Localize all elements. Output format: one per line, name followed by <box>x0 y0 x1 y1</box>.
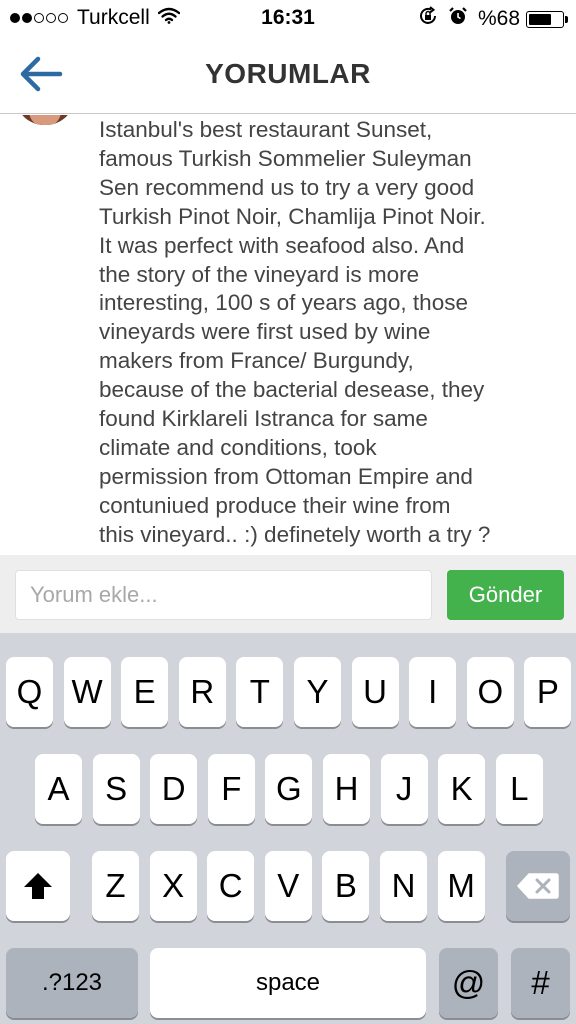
comment-line: makers from France/ Burgundy, <box>99 348 414 374</box>
comment-text: Istanbul's best restaurant Sunset, famous… <box>99 116 569 550</box>
at-key[interactable]: @ <box>439 948 498 1018</box>
numbers-key[interactable]: .?123 <box>6 948 138 1018</box>
comment-line: this vineyard.. :) definetely worth a tr… <box>99 521 491 547</box>
send-button[interactable]: Gönder <box>447 570 564 620</box>
comment-line: Sen recommend us to try a very good <box>99 174 475 200</box>
shift-arrow-icon <box>24 873 52 899</box>
key-i[interactable]: I <box>409 657 457 727</box>
keyboard: QWERTYUIOP ASDFGHJKL ZXCVBNM .?123 space… <box>0 633 576 1024</box>
comment-line: It was perfect with seafood also. And <box>99 232 465 258</box>
comment-line: famous Turkish Sommelier Suleyman <box>99 145 472 171</box>
key-k[interactable]: K <box>438 754 486 824</box>
key-g[interactable]: G <box>265 754 313 824</box>
avatar[interactable] <box>18 115 72 125</box>
key-y[interactable]: Y <box>294 657 341 727</box>
status-right: %68 <box>418 6 568 32</box>
key-h[interactable]: H <box>323 754 370 824</box>
comment-input[interactable] <box>15 570 432 620</box>
key-u[interactable]: U <box>351 657 399 727</box>
key-j[interactable]: J <box>380 754 428 824</box>
comment-line: climate and conditions, took <box>99 434 377 460</box>
comment-line: because of the bacterial desease, they <box>99 377 485 403</box>
backspace-key[interactable] <box>506 851 570 921</box>
battery-fill <box>529 13 551 25</box>
key-e[interactable]: E <box>121 657 169 727</box>
battery-percent: %68 <box>477 7 520 30</box>
comment-line: interesting, 100 s of years ago, those <box>99 290 468 316</box>
key-o[interactable]: O <box>466 657 514 727</box>
key-f[interactable]: F <box>207 754 255 824</box>
hash-key[interactable]: # <box>511 948 570 1018</box>
alarm-icon <box>448 6 468 32</box>
key-d[interactable]: D <box>150 754 198 824</box>
key-r[interactable]: R <box>178 657 226 727</box>
comment-line: Istanbul's best restaurant Sunset, <box>99 117 433 142</box>
navigation-bar: YORUMLAR <box>0 36 576 114</box>
key-w[interactable]: W <box>63 657 111 727</box>
comment-line: contuniued produce their wine from <box>99 492 451 518</box>
key-l[interactable]: L <box>495 754 543 824</box>
battery-icon <box>526 10 568 28</box>
key-c[interactable]: C <box>207 851 255 921</box>
key-m[interactable]: M <box>437 851 485 921</box>
comment-input-bar: Gönder <box>0 555 576 633</box>
page-title: YORUMLAR <box>205 58 371 89</box>
rotation-lock-icon <box>418 6 438 32</box>
key-t[interactable]: T <box>236 657 284 727</box>
key-q[interactable]: Q <box>6 657 53 727</box>
status-bar: Turkcell 16:31 %68 <box>0 0 576 36</box>
backspace-icon <box>517 873 559 899</box>
comment-line: vineyards were first used by wine <box>99 319 431 345</box>
shift-key[interactable] <box>6 851 70 921</box>
comment-line: the story of the vineyard is more <box>99 261 420 287</box>
key-z[interactable]: Z <box>92 851 139 921</box>
space-key[interactable]: space <box>150 948 426 1018</box>
key-v[interactable]: V <box>264 851 312 921</box>
key-x[interactable]: X <box>149 851 197 921</box>
key-s[interactable]: S <box>92 754 140 824</box>
key-n[interactable]: N <box>380 851 427 921</box>
key-a[interactable]: A <box>35 754 82 824</box>
comment-line: found Kirklareli Istranca for same <box>99 406 428 432</box>
comments-list[interactable]: Istanbul's best restaurant Sunset, famous… <box>0 115 576 555</box>
comment-line: permission from Ottoman Empire and <box>99 463 473 489</box>
key-p[interactable]: P <box>524 657 572 727</box>
key-b[interactable]: B <box>322 851 370 921</box>
comment-line: Turkish Pinot Noir, Chamlija Pinot Noir. <box>99 203 486 229</box>
